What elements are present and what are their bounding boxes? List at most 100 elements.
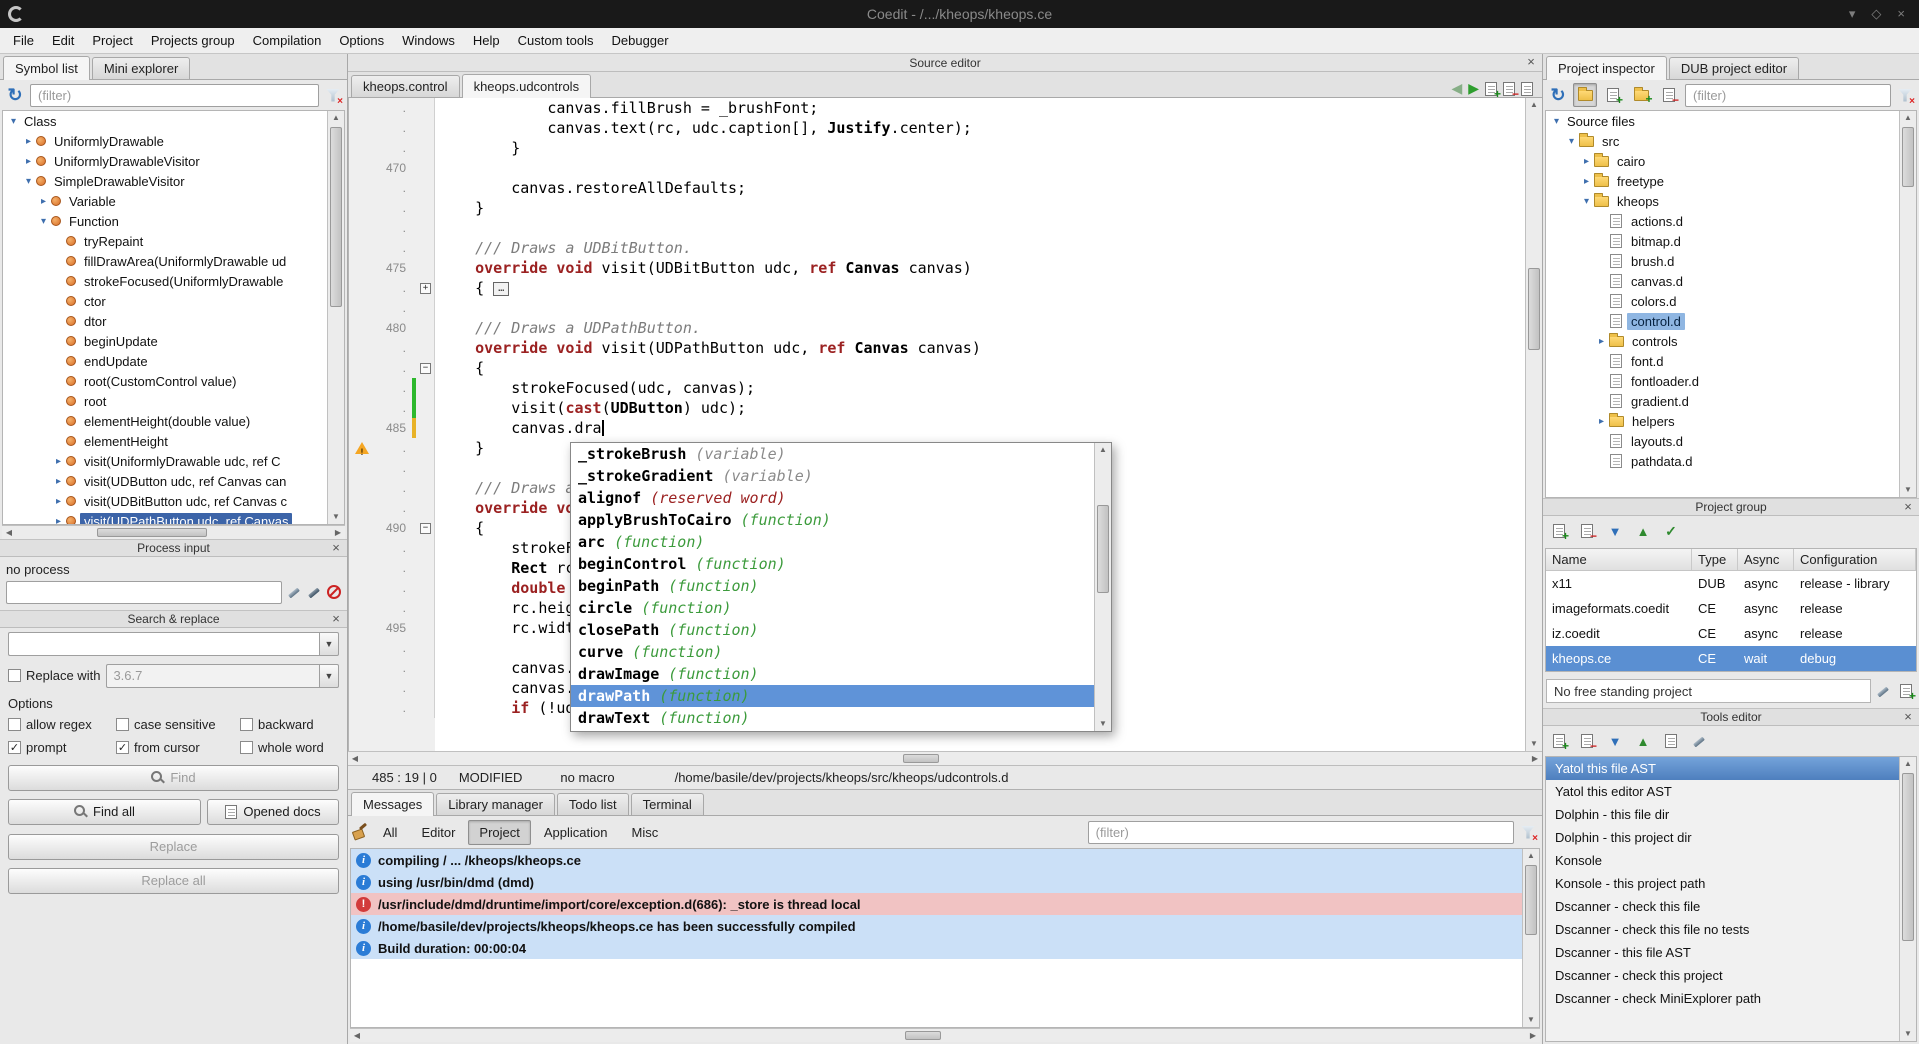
process-input-field[interactable]	[6, 581, 282, 604]
completion-item[interactable]: beginControl(function)	[571, 553, 1111, 575]
fold-column[interactable]	[417, 658, 435, 678]
add-file-icon[interactable]	[1601, 83, 1625, 107]
add-project-icon[interactable]	[1547, 519, 1571, 543]
gutter-icon-column[interactable]	[349, 518, 375, 538]
close-process-input-icon[interactable]: ×	[329, 540, 343, 555]
async-mode-icon[interactable]: ✓	[1659, 519, 1683, 543]
project-row[interactable]: x11DUBasyncrelease - library	[1546, 571, 1916, 596]
gutter-icon-column[interactable]	[349, 198, 375, 218]
menu-windows[interactable]: Windows	[393, 29, 464, 52]
find-button[interactable]: Find	[8, 765, 339, 791]
gutter-icon-column[interactable]	[349, 218, 375, 238]
tab-project-inspector[interactable]: Project inspector	[1546, 56, 1667, 80]
move-tool-down-icon[interactable]: ▼	[1603, 729, 1627, 753]
tool-item[interactable]: Konsole - this project path	[1546, 872, 1916, 895]
messages-vscrollbar[interactable]: ▲ ▼	[1522, 849, 1539, 1027]
fold-column[interactable]	[417, 618, 435, 638]
completion-item[interactable]: drawText(function)	[571, 707, 1111, 729]
completion-item[interactable]: arc(function)	[571, 531, 1111, 553]
tree-expand-icon[interactable]: ▸	[1580, 156, 1593, 167]
move-tool-up-icon[interactable]: ▲	[1631, 729, 1655, 753]
scroll-thumb[interactable]	[1528, 268, 1540, 350]
symbol-tree-item[interactable]: dtor	[3, 311, 344, 331]
fold-column[interactable]	[417, 578, 435, 598]
scroll-thumb[interactable]	[905, 1031, 941, 1040]
code-line[interactable]: .	[349, 218, 1542, 238]
replace-all-button[interactable]: Replace all	[8, 868, 339, 894]
send-input-icon[interactable]	[287, 585, 302, 600]
tree-expand-icon[interactable]: ▸	[52, 496, 65, 507]
messages-hscrollbar[interactable]: ◀ ▶	[350, 1028, 1540, 1042]
tree-collapse-icon[interactable]: ▾	[7, 116, 20, 127]
code-line[interactable]: . canvas.fillBrush = _brushFont;	[349, 98, 1542, 118]
tab-mini-explorer[interactable]: Mini explorer	[92, 57, 190, 79]
project-filter-input[interactable]	[1685, 84, 1891, 107]
source-editor[interactable]: . canvas.fillBrush = _brushFont;. canvas…	[348, 98, 1542, 751]
collapse-tree-icon[interactable]	[1573, 83, 1597, 107]
symbol-tree-item[interactable]: fillDrawArea(UniformlyDrawable ud	[3, 251, 344, 271]
fold-column[interactable]	[417, 378, 435, 398]
column-header-type[interactable]: Type	[1692, 549, 1738, 570]
code-line[interactable]: . visit(cast(UDButton) udc);	[349, 398, 1542, 418]
fold-column[interactable]: −	[417, 518, 435, 538]
maximize-window-icon[interactable]: ◇	[1871, 6, 1881, 22]
replace-with-checkbox[interactable]: Replace with	[8, 668, 100, 683]
gutter-icon-column[interactable]	[349, 618, 375, 638]
close-tools-editor-icon[interactable]: ×	[1901, 709, 1915, 724]
files-tree-item[interactable]: font.d	[1546, 351, 1916, 371]
files-tree-item[interactable]: ▸freetype	[1546, 171, 1916, 191]
scroll-right-icon[interactable]: ▶	[1528, 752, 1542, 765]
add-tool-icon[interactable]	[1547, 729, 1571, 753]
completion-item[interactable]: _strokeBrush(variable)	[571, 443, 1111, 465]
replace-dropdown-icon[interactable]: ▼	[319, 664, 339, 688]
message-row[interactable]: !/usr/include/dmd/druntime/import/core/e…	[351, 893, 1539, 915]
clear-messages-icon[interactable]	[352, 824, 368, 840]
clone-tool-icon[interactable]	[1659, 729, 1683, 753]
symbol-tree-item[interactable]: ▸visit(UniformlyDrawable udc, ref C	[3, 451, 344, 471]
scroll-thumb[interactable]	[1902, 127, 1914, 187]
scroll-down-icon[interactable]: ▼	[1523, 1013, 1539, 1027]
code-line[interactable]: . }	[349, 198, 1542, 218]
files-tree-item[interactable]: pathdata.d	[1546, 451, 1916, 471]
document-tab-kheops-udcontrols[interactable]: kheops.udcontrols	[462, 74, 592, 98]
fold-column[interactable]	[417, 238, 435, 258]
edit-free-project-icon[interactable]	[1876, 684, 1891, 699]
files-tree-item[interactable]: gradient.d	[1546, 391, 1916, 411]
add-folder-icon[interactable]	[1629, 83, 1653, 107]
tree-expand-icon[interactable]: ▸	[1580, 176, 1593, 187]
scroll-down-icon[interactable]: ▼	[1526, 737, 1542, 751]
menu-file[interactable]: File	[4, 29, 43, 52]
tab-library-manager[interactable]: Library manager	[436, 793, 555, 815]
gutter-icon-column[interactable]	[349, 538, 375, 558]
tool-item[interactable]: Dscanner - check MiniExplorer path	[1546, 987, 1916, 1010]
completion-item[interactable]: drawImage(function)	[571, 663, 1111, 685]
gutter-icon-column[interactable]	[349, 258, 375, 278]
fold-column[interactable]: +	[417, 278, 435, 298]
code-line[interactable]: 480 /// Draws a UDPathButton.	[349, 318, 1542, 338]
fold-marker[interactable]: −	[420, 523, 431, 534]
scroll-thumb[interactable]	[1525, 865, 1537, 935]
symbol-tree-item[interactable]: elementHeight	[3, 431, 344, 451]
symbol-tree-item[interactable]: ▾SimpleDrawableVisitor	[3, 171, 344, 191]
menu-compilation[interactable]: Compilation	[244, 29, 331, 52]
menu-projects-group[interactable]: Projects group	[142, 29, 244, 52]
scroll-left-icon[interactable]: ◀	[2, 526, 16, 539]
completion-item[interactable]: alignof(reserved word)	[571, 487, 1111, 509]
checkbox-whole-word[interactable]: whole word	[240, 740, 339, 755]
send-input-eof-icon[interactable]	[307, 585, 322, 600]
symbol-tree-item[interactable]: ctor	[3, 291, 344, 311]
project-row[interactable]: kheops.ceCEwaitdebug	[1546, 646, 1916, 671]
gutter-icon-column[interactable]	[349, 138, 375, 158]
edit-tool-icon[interactable]	[1687, 729, 1711, 753]
completion-vscrollbar[interactable]: ▲ ▼	[1094, 443, 1111, 731]
menu-edit[interactable]: Edit	[43, 29, 83, 52]
add-free-project-icon[interactable]	[1896, 679, 1916, 703]
message-row[interactable]: iBuild duration: 00:00:04	[351, 937, 1539, 959]
symbol-tree-item[interactable]: ▸visit(UDBitButton udc, ref Canvas c	[3, 491, 344, 511]
fold-column[interactable]	[417, 258, 435, 278]
checkbox-backward[interactable]: backward	[240, 717, 339, 732]
completion-item[interactable]: drawPath(function)	[571, 685, 1111, 707]
code-line[interactable]: . canvas.text(rc, udc.caption[], Justify…	[349, 118, 1542, 138]
gutter-icon-column[interactable]	[349, 158, 375, 178]
symbol-tree-item[interactable]: endUpdate	[3, 351, 344, 371]
